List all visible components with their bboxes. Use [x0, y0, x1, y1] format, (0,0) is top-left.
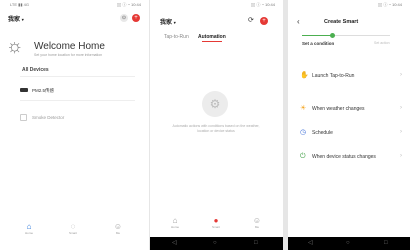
nav-label: Home	[170, 225, 179, 229]
home-button-icon[interactable]: ○	[346, 240, 350, 247]
smart-icon: ●	[213, 216, 219, 225]
chevron-down-icon: ▾	[173, 20, 176, 25]
condition-schedule[interactable]: ◷ Schedule ›	[300, 127, 402, 139]
add-device-icon[interactable]: +	[132, 14, 140, 22]
device-icon: ⏻	[300, 153, 306, 160]
history-icon[interactable]: ⟳	[248, 17, 254, 24]
status-right: ▯▯ ⓘ ◔ 10:44	[250, 2, 275, 7]
nav-label: Me	[254, 225, 260, 229]
progress-dot	[330, 33, 335, 38]
chevron-right-icon: ›	[400, 129, 402, 135]
back-icon[interactable]: ◁	[172, 240, 177, 247]
device-row[interactable]: Smoke Detector	[20, 113, 135, 123]
status-bar: ▯▯ ⓘ ◔ 10:44	[150, 2, 283, 10]
person-icon: ☺	[113, 222, 123, 231]
status-left: LTE ▮▮ 4G	[10, 2, 29, 7]
system-nav-bar: ◁ ○ □	[288, 237, 410, 250]
device-row[interactable]: PM2.5传感	[20, 86, 135, 96]
nav-home[interactable]: ⌂ Home	[162, 216, 188, 229]
tab-indicator	[202, 41, 222, 42]
add-icon[interactable]: +	[260, 17, 268, 25]
nav-label: Home	[24, 231, 33, 235]
device-icon	[20, 88, 28, 92]
welcome-subtitle[interactable]: Set your home location for more informat…	[34, 53, 102, 57]
nav-me[interactable]: ☺ Me	[105, 222, 131, 235]
back-arrow-icon[interactable]: ‹	[297, 18, 300, 26]
hand-icon: ✋	[300, 72, 309, 79]
chevron-right-icon: ›	[400, 153, 402, 159]
status-bar: LTE ▮▮ 4G ▯▯ ⓘ ◔ 10:44	[0, 2, 149, 10]
nav-smart[interactable]: ● Smart	[203, 216, 229, 229]
welcome-title: Welcome Home	[34, 41, 105, 52]
empty-state-text: Automatic actions with conditions based …	[172, 124, 260, 133]
back-icon[interactable]: ◁	[308, 240, 313, 247]
condition-label: Schedule	[312, 130, 333, 136]
condition-tap-to-run[interactable]: ✋ Launch Tap-to-Run ›	[300, 70, 402, 82]
sun-icon: ☼	[6, 36, 24, 57]
person-icon: ☺	[252, 216, 262, 225]
system-nav-bar: ◁ ○ □	[150, 237, 283, 250]
clock-icon: ◷	[300, 129, 307, 136]
divider	[20, 100, 135, 101]
nav-label: Smart	[211, 225, 220, 229]
condition-label: When device status changes	[312, 154, 376, 160]
home-screen: LTE ▮▮ 4G ▯▯ ⓘ ◔ 10:44 我家 ▾ ⊙ + ☼ Welcom…	[0, 0, 149, 250]
home-icon: ⌂	[172, 216, 178, 225]
status-bar: ▯▯ ⓘ ◔ 10:44	[288, 2, 410, 10]
nav-smart[interactable]: ◌ Smart	[60, 222, 86, 235]
nav-label: Smart	[68, 231, 77, 235]
page-title: Create Smart	[324, 19, 359, 25]
chevron-right-icon: ›	[400, 72, 402, 78]
status-right: ▯▯ ⓘ ◔ 10:44	[116, 2, 141, 7]
tab-tap-to-run[interactable]: Tap-to-Run	[164, 34, 189, 40]
nav-label: Me	[115, 231, 121, 235]
home-selector[interactable]: 我家 ▾	[160, 17, 176, 26]
divider	[20, 76, 135, 77]
bottom-nav: ⌂ Home ◌ Smart ☺ Me	[0, 222, 149, 244]
device-name: Smoke Detector	[32, 115, 65, 120]
sun-icon: ☀	[300, 105, 307, 112]
condition-weather[interactable]: ☀ When weather changes ›	[300, 103, 402, 115]
section-all-devices: All Devices	[22, 67, 49, 73]
device-name: PM2.5传感	[32, 88, 55, 93]
create-smart-screen: ▯▯ ⓘ ◔ 10:44 ‹ Create Smart Set a condit…	[288, 0, 410, 250]
home-selector[interactable]: 我家 ▾	[8, 14, 24, 23]
home-label: 我家	[8, 17, 21, 23]
step-label: Set a condition	[302, 41, 335, 46]
recents-icon[interactable]: □	[384, 240, 388, 247]
bottom-nav: ⌂ Home ● Smart ☺ Me	[150, 216, 283, 238]
home-button-icon[interactable]: ○	[213, 240, 217, 247]
nav-me[interactable]: ☺ Me	[244, 216, 270, 229]
smoke-detector-icon	[20, 114, 27, 121]
chevron-down-icon: ▾	[21, 17, 24, 22]
smart-screen: ▯▯ ⓘ ◔ 10:44 我家 ▾ ⟳ + Tap-to-Run Automat…	[150, 0, 283, 250]
condition-device-status[interactable]: ⏻ When device status changes ›	[300, 151, 402, 163]
automation-empty-icon: ⚙	[202, 91, 228, 117]
nav-home[interactable]: ⌂ Home	[16, 222, 42, 235]
progress-fill	[302, 35, 332, 36]
chevron-right-icon: ›	[400, 105, 402, 111]
scan-icon[interactable]: ⊙	[120, 14, 128, 22]
smart-icon: ◌	[70, 222, 76, 231]
step-label-action: Set action	[374, 41, 390, 45]
condition-label: Launch Tap-to-Run	[312, 73, 355, 79]
home-label: 我家	[160, 20, 173, 26]
home-icon: ⌂	[26, 222, 32, 231]
status-right: ▯▯ ⓘ ◔ 10:44	[377, 2, 402, 7]
condition-label: When weather changes	[312, 106, 365, 112]
recents-icon[interactable]: □	[254, 240, 258, 247]
tab-automation[interactable]: Automation	[198, 34, 226, 40]
